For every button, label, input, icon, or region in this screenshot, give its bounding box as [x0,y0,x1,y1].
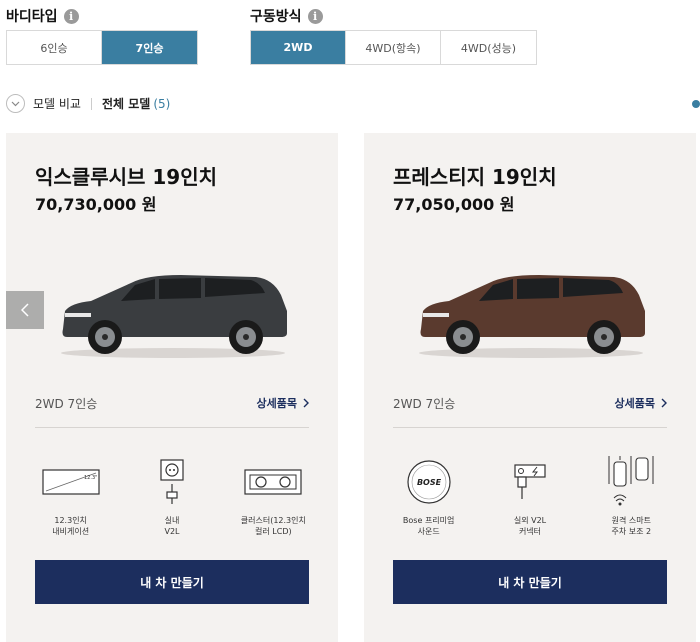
navigation-screen-icon: 12.3" [42,451,100,513]
feature-item: 클러스터(12.3인치 컬러 LCD) [223,451,324,537]
feature-list: BOSE Bose 프리미엄 사운드 실외 V2L 커넥터 원격 스마트 주차 … [378,451,682,537]
feature-label: Bose 프리미엄 사운드 [402,516,455,536]
trim-card: 프레스티지 19인치 77,050,000 원 2WD 7인승 상세품목 BOS… [364,133,696,642]
feature-label: 12.3인치 내비게이션 [52,516,90,536]
cluster-display-icon [244,451,302,513]
trim-spec: 2WD 7인승 [393,397,456,411]
chevron-left-icon [21,303,29,317]
trim-spec: 2WD 7인승 [35,397,98,411]
remote-parking-icon [606,451,656,513]
feature-item: 실내 V2L [121,451,222,537]
info-icon[interactable]: i [63,8,79,24]
carousel-prev-button[interactable] [6,291,44,329]
drive-type-title: 구동방식 [250,9,302,25]
feature-list: 12.3" 12.3인치 내비게이션 실내 V2L 클러스터(12.3인치 컬러… [20,451,324,537]
feature-label: 원격 스마트 주차 보조 2 [611,516,652,536]
info-icon[interactable]: i [307,8,323,24]
trim-title: 프레스티지 19인치 [393,165,557,189]
feature-item: BOSE Bose 프리미엄 사운드 [378,451,479,537]
card-divider [35,427,309,428]
body-type-label: 바디타입 i [6,6,79,26]
screen-size-text: 12.3" [84,475,97,481]
drive-type-label: 구동방식 i [250,6,323,26]
trim-price: 77,050,000 원 [393,195,515,214]
trim-title: 익스클루시브 19인치 [35,165,217,189]
compare-row: 모델 비교 전체 모델 (5) [6,94,170,113]
divider [90,97,92,110]
option-4wd-range[interactable]: 4WD(항속) [346,31,441,64]
build-my-car-button[interactable]: 내 차 만들기 [393,560,667,604]
feature-item: 실외 V2L 커넥터 [479,451,580,537]
body-type-selector: 6인승 7인승 [6,30,198,65]
detail-items-link[interactable]: 상세품목 [615,395,667,411]
chevron-down-icon[interactable] [6,94,25,113]
v2l-connector-icon [507,451,553,513]
trim-card: 익스클루시브 19인치 70,730,000 원 2WD 7인승 상세품목 12… [6,133,338,642]
bose-logo-text: BOSE [417,478,442,487]
car-image [61,275,287,358]
trim-price: 70,730,000 원 [35,195,157,214]
card-divider [393,427,667,428]
v2l-outlet-icon [159,451,185,513]
option-6-seater[interactable]: 6인승 [7,31,102,64]
build-my-car-button[interactable]: 내 차 만들기 [35,560,309,604]
carousel-indicator[interactable] [692,100,700,108]
feature-label: 클러스터(12.3인치 컬러 LCD) [240,516,306,536]
detail-items-link[interactable]: 상세품목 [257,395,309,411]
compare-models-toggle[interactable]: 모델 비교 [33,95,81,112]
model-count: (5) [153,96,171,111]
option-2wd[interactable]: 2WD [251,31,346,64]
feature-item: 원격 스마트 주차 보조 2 [581,451,682,537]
chevron-right-icon [303,398,309,408]
option-4wd-performance[interactable]: 4WD(성능) [441,31,536,64]
detail-items-label: 상세품목 [256,397,297,410]
body-type-title: 바디타입 [6,9,58,25]
option-7-seater[interactable]: 7인승 [102,31,197,64]
feature-label: 실외 V2L 커넥터 [513,516,547,536]
detail-items-label: 상세품목 [614,397,655,410]
feature-label: 실내 V2L [164,516,180,536]
drive-type-selector: 2WD 4WD(항속) 4WD(성능) [250,30,537,65]
feature-item: 12.3" 12.3인치 내비게이션 [20,451,121,537]
bose-speaker-icon: BOSE [406,451,452,513]
car-image [419,275,645,358]
chevron-right-icon [661,398,667,408]
all-models-label: 전체 모델 [101,97,151,111]
